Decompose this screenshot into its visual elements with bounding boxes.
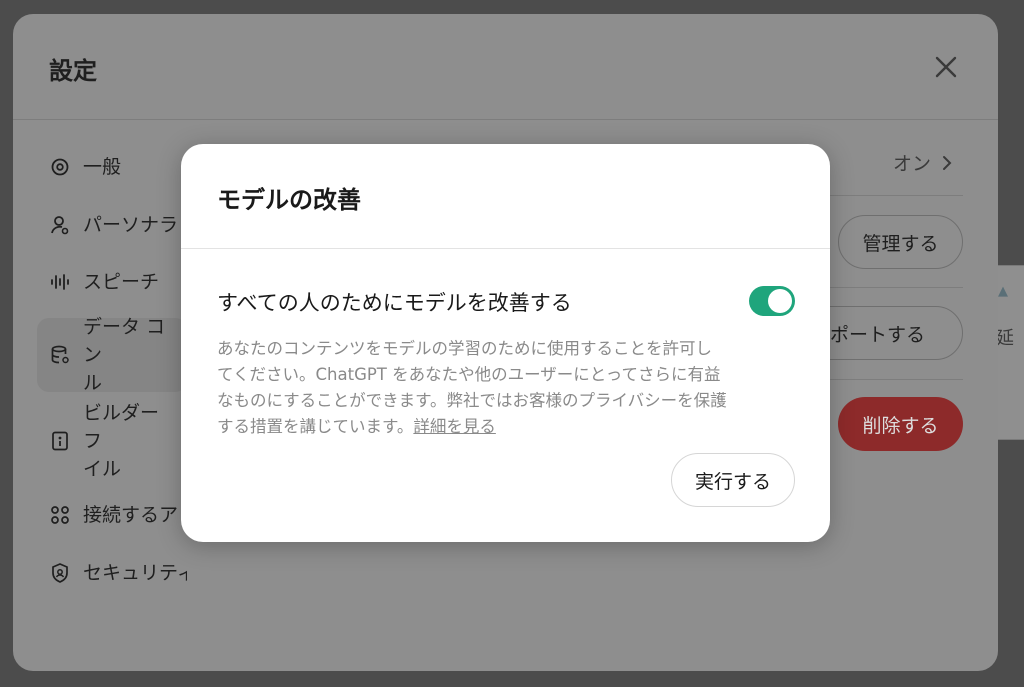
delete-button[interactable]: 削除する	[838, 397, 963, 451]
modal-title: モデルの改善	[217, 186, 361, 214]
shield-icon	[52, 563, 68, 583]
improve-model-status: オン	[893, 153, 932, 175]
sidebar-item-label: データ コン ル	[83, 316, 166, 394]
close-icon	[935, 56, 957, 78]
improve-model-row[interactable]: オン	[893, 149, 953, 176]
settings-title: 設定	[49, 57, 97, 85]
waveform-icon	[51, 274, 69, 290]
sidebar-item-connected-apps[interactable]: 接続するア	[37, 499, 187, 531]
run-button[interactable]: 実行する	[671, 453, 795, 507]
id-card-icon	[52, 431, 68, 451]
modal-description: あなたのコンテンツをモデルの学習のために使用することを許可してください。Chat…	[217, 336, 727, 440]
sidebar-item-data-controls[interactable]: データ コン ル	[37, 316, 187, 394]
header-divider	[13, 119, 998, 120]
page: ▲ 延 設定 一般 パーソナラ スピーチ データ コン ル ビルダー フ イル …	[0, 0, 1024, 687]
background-peek-text: 延	[996, 328, 1014, 349]
modal-divider	[181, 248, 830, 249]
learn-more-link[interactable]: 詳細を見る	[413, 417, 496, 436]
sidebar-item-security[interactable]: セキュリティ	[37, 557, 187, 589]
sidebar-item-label: 一般	[83, 156, 122, 178]
close-button[interactable]	[931, 52, 961, 82]
manage-button[interactable]: 管理する	[838, 215, 963, 269]
sidebar-item-personalization[interactable]: パーソナラ	[37, 209, 187, 241]
sidebar-item-label: ビルダー フ イル	[83, 402, 160, 480]
improve-model-label: すべての人のためにモデルを改善する	[217, 291, 572, 315]
sidebar-item-label: スピーチ	[83, 271, 160, 293]
improve-model-toggle[interactable]	[749, 286, 795, 316]
gear-icon	[51, 158, 69, 176]
sidebar-item-label: パーソナラ	[83, 214, 179, 236]
background-panel-peek: ▲ 延	[996, 265, 1024, 440]
toggle-knob	[768, 289, 792, 313]
person-icon	[51, 216, 69, 235]
sidebar-item-builder-profile[interactable]: ビルダー フ イル	[37, 402, 187, 480]
sidebar-item-label: 接続するア	[83, 504, 179, 526]
sidebar-item-general[interactable]: 一般	[37, 151, 187, 183]
improve-model-modal: モデルの改善 すべての人のためにモデルを改善する あなたのコンテンツをモデルの学…	[181, 144, 830, 542]
info-icon: ▲	[998, 284, 1008, 299]
sidebar-item-label: セキュリティ	[83, 562, 187, 584]
chevron-right-icon	[943, 155, 952, 170]
database-icon	[51, 345, 69, 364]
apps-icon	[51, 506, 69, 524]
sidebar-item-speech[interactable]: スピーチ	[37, 266, 187, 298]
